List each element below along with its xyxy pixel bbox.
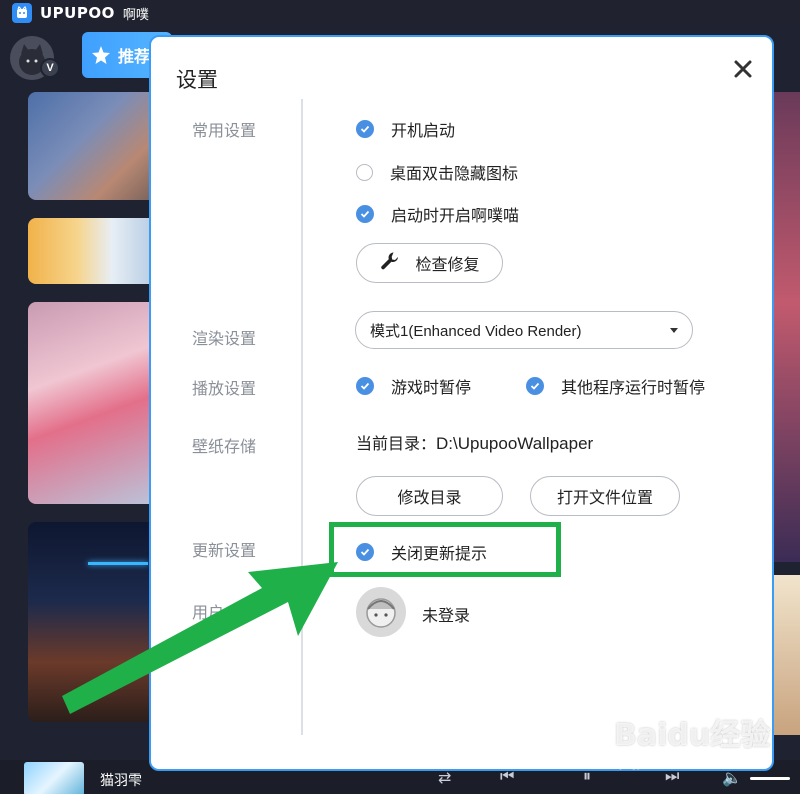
current-directory: 当前目录：D:\UpupooWallpaper — [356, 430, 593, 454]
highlight-box — [329, 522, 561, 577]
watermark-logo: Baidu经验 — [614, 718, 771, 753]
volume-slider[interactable] — [750, 777, 790, 780]
wallpaper-thumbnail[interactable] — [28, 92, 168, 200]
wrench-icon — [379, 250, 401, 277]
open-on-start-checkbox[interactable]: 启动时开启啊噗喵 — [356, 202, 519, 226]
wallpaper-thumbnail[interactable] — [772, 575, 800, 735]
open-on-start-label: 启动时开启啊噗喵 — [391, 208, 520, 225]
autostart-label: 开机启动 — [391, 123, 456, 140]
check-icon — [356, 205, 374, 223]
open-location-label: 打开文件位置 — [556, 490, 653, 507]
dialog-title: 设置 — [176, 69, 218, 92]
vip-badge: V — [40, 58, 60, 78]
volume-icon[interactable]: 🔈 — [722, 768, 742, 788]
repair-button-label: 检查修复 — [415, 257, 480, 274]
shuffle-icon[interactable]: ⇄ — [438, 768, 451, 788]
wallpaper-thumbnail[interactable] — [28, 218, 168, 284]
title-bar: UPUPOO 啊噗 — [0, 0, 800, 26]
now-playing-thumbnail[interactable] — [24, 762, 84, 794]
section-label-storage: 壁纸存储 — [192, 439, 257, 456]
user-avatar[interactable] — [356, 587, 406, 637]
section-divider — [301, 99, 303, 735]
tab-recommend-label: 推荐 — [118, 49, 151, 66]
chevron-down-icon — [670, 328, 678, 333]
change-directory-label: 修改目录 — [397, 490, 462, 507]
wallpaper-thumbnail[interactable] — [28, 522, 168, 722]
autostart-checkbox[interactable]: 开机启动 — [356, 117, 455, 141]
section-label-general: 常用设置 — [192, 123, 257, 140]
pause-other-checkbox[interactable]: 其他程序运行时暂停 — [526, 374, 705, 398]
settings-dialog: 设置 常用设置 渲染设置 播放设置 壁纸存储 更新设置 用户 开机启动 桌面双击… — [149, 35, 774, 771]
neon-sign-decoration — [88, 562, 148, 565]
unchecked-circle-icon — [356, 163, 373, 181]
check-icon — [356, 377, 374, 395]
user-login-status[interactable]: 未登录 — [422, 602, 470, 626]
app-logo-icon — [12, 3, 32, 23]
directory-label: 当前目录： — [356, 436, 437, 453]
pause-other-label: 其他程序运行时暂停 — [561, 380, 706, 397]
section-label-user: 用户 — [192, 605, 225, 622]
repair-button[interactable]: 检查修复 — [356, 243, 503, 283]
section-label-update: 更新设置 — [192, 543, 257, 560]
section-label-playback: 播放设置 — [192, 381, 257, 398]
hide-icons-label: 桌面双击隐藏图标 — [390, 166, 519, 183]
change-directory-button[interactable]: 修改目录 — [356, 476, 503, 516]
app-logo-text: UPUPOO — [40, 4, 115, 22]
pause-game-label: 游戏时暂停 — [391, 380, 472, 397]
open-location-button[interactable]: 打开文件位置 — [530, 476, 680, 516]
close-icon[interactable] — [731, 57, 755, 81]
section-label-render: 渲染设置 — [192, 331, 257, 348]
directory-path: D:\UpupooWallpaper — [436, 434, 594, 453]
render-mode-value: 模式1(Enhanced Video Render) — [370, 322, 582, 340]
star-icon — [92, 46, 110, 64]
pause-game-checkbox[interactable]: 游戏时暂停 — [356, 374, 471, 398]
render-mode-select[interactable]: 模式1(Enhanced Video Render) — [355, 311, 693, 349]
wallpaper-thumbnail[interactable] — [28, 302, 168, 504]
check-icon — [526, 377, 544, 395]
wallpaper-thumbnail[interactable] — [772, 92, 800, 562]
app-name: 啊噗 — [122, 6, 149, 22]
now-playing-title: 猫羽雫 — [100, 772, 142, 788]
watermark-url: jingyan.baidu.com — [620, 758, 709, 770]
hide-icons-checkbox[interactable]: 桌面双击隐藏图标 — [356, 160, 518, 184]
check-icon — [356, 120, 374, 138]
